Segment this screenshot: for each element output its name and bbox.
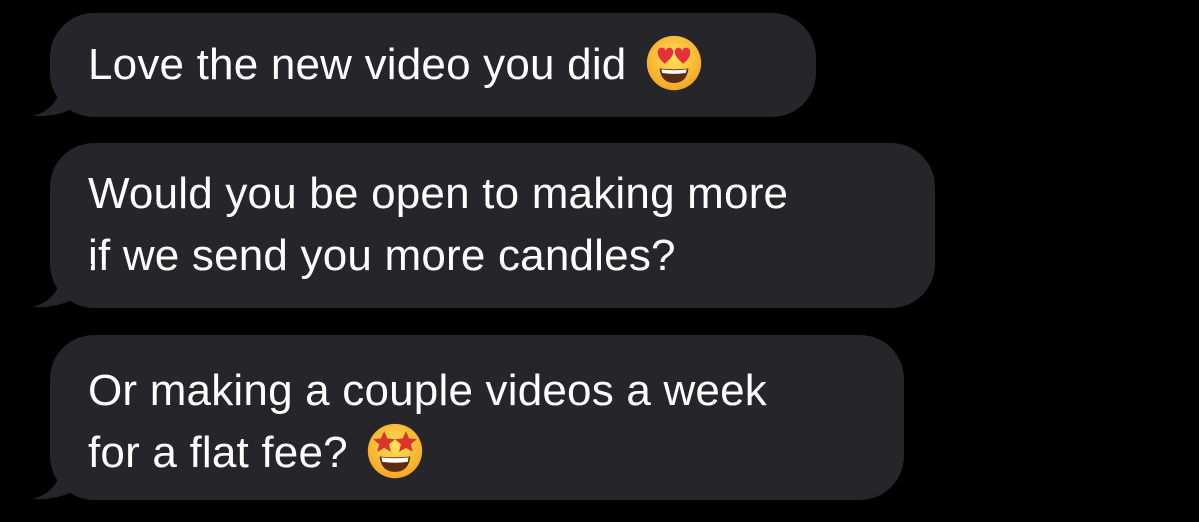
bubble-tail [32, 456, 92, 500]
message-bubble[interactable]: Would you be open to making more if we s… [32, 143, 935, 308]
message-bubble[interactable]: Love the new video you did [32, 13, 816, 117]
bubble-tail [32, 73, 92, 117]
message-text: Love the new video you did [88, 34, 778, 96]
message-text-line: if we send you more candles? [88, 231, 676, 280]
star-struck-emoji-icon [368, 424, 423, 479]
message-text-line: for a flat fee? [88, 422, 866, 484]
message-bubble[interactable]: Or making a couple videos a week for a f… [32, 335, 904, 500]
message-text-line: Or making a couple videos a week [88, 366, 767, 415]
message-text-line: Would you be open to making more [88, 169, 789, 218]
bubble-tail [32, 264, 92, 308]
heart-eyes-emoji-icon [646, 36, 702, 91]
